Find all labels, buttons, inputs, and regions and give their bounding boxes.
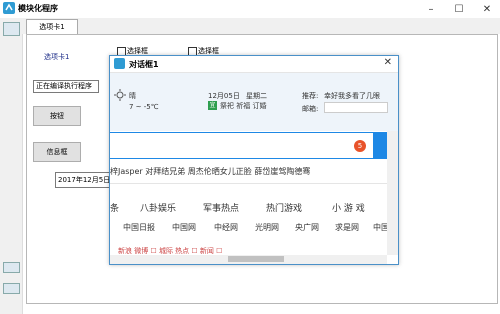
date-text: 12月05日 xyxy=(208,92,240,100)
sun-icon xyxy=(114,89,126,101)
site-2[interactable]: 中经网 xyxy=(214,222,238,233)
bottom-links[interactable]: 新浪 微博 ☐ 城际 热点 ☐ 新闻 ☐ xyxy=(118,246,222,255)
tab-1[interactable]: 选项卡1 xyxy=(26,19,78,35)
notification-badge: 5 xyxy=(354,140,366,152)
form-icon[interactable] xyxy=(3,22,20,36)
dialog-window: 对话框1 ✕ 晴 7 ~ -5℃ 12月05日 星期二 宜 祭祀 祈福 订婚 推… xyxy=(109,55,399,265)
recommend-label: 推荐: xyxy=(302,92,319,100)
category-0[interactable]: 条 xyxy=(110,201,119,214)
dialog-icon xyxy=(114,58,125,69)
weekday-text: 星期二 xyxy=(246,92,267,100)
dialog-close-button[interactable]: ✕ xyxy=(384,57,392,68)
site-6[interactable]: 中国 xyxy=(373,222,387,233)
search-button[interactable] xyxy=(373,132,387,159)
web-search-input[interactable] xyxy=(110,132,386,159)
site-1[interactable]: 中国网 xyxy=(172,222,196,233)
category-3[interactable]: 热门游戏 xyxy=(266,201,302,214)
divider xyxy=(110,183,387,184)
minimize-button[interactable]: – xyxy=(418,0,444,18)
weather-temp: 7 ~ -5℃ xyxy=(129,103,159,111)
site-0[interactable]: 中国日报 xyxy=(123,222,155,233)
category-1[interactable]: 八卦娱乐 xyxy=(140,201,176,214)
horizontal-scroll-thumb[interactable] xyxy=(228,256,284,262)
recommend-link[interactable]: 幸好我多看了几眼 xyxy=(324,91,390,101)
weather-condition: 晴 xyxy=(129,92,136,100)
window-icon[interactable] xyxy=(3,262,20,273)
date-field[interactable]: 2017年12月5日 xyxy=(55,172,117,188)
window-title: 模块化程序 xyxy=(18,4,58,13)
dialog-title: 对话框1 xyxy=(129,60,159,69)
mail-input[interactable] xyxy=(324,102,388,113)
info-button[interactable]: 信息框 xyxy=(33,142,81,162)
action-button[interactable]: 按钮 xyxy=(33,106,81,126)
mail-label: 邮箱: xyxy=(302,105,319,113)
almanac-badge: 宜 xyxy=(208,101,217,110)
close-button[interactable]: ✕ xyxy=(474,0,500,18)
almanac-text: 祭祀 祈福 订婚 xyxy=(220,102,267,110)
site-3[interactable]: 光明网 xyxy=(255,222,279,233)
vertical-scrollbar[interactable] xyxy=(387,131,398,255)
tab-strip xyxy=(22,18,500,34)
hot-news-line[interactable]: 梓Jasper 对拜结兄弟 周杰伦晒女儿正脸 薛岱崖驾陶德骞 xyxy=(110,166,310,177)
panel-label: 选项卡1 xyxy=(44,53,70,61)
category-2[interactable]: 军事热点 xyxy=(203,201,239,214)
site-4[interactable]: 央广网 xyxy=(295,222,319,233)
category-4[interactable]: 小 游 戏 xyxy=(332,201,365,214)
maximize-button[interactable]: ☐ xyxy=(446,0,472,18)
app-icon xyxy=(3,2,15,14)
site-5[interactable]: 求是网 xyxy=(335,222,359,233)
export-icon[interactable] xyxy=(3,283,20,294)
text-field[interactable]: 正在编译执行程序 xyxy=(33,80,99,93)
